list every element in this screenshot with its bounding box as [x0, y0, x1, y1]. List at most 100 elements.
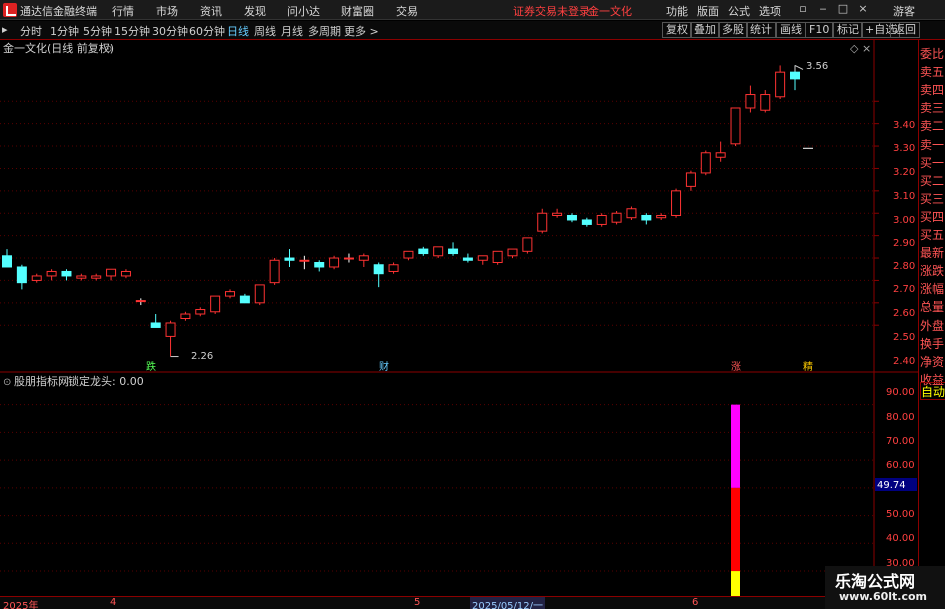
menu-gongneng[interactable]: 功能 — [666, 3, 688, 19]
candle-down[interactable] — [566, 214, 577, 221]
quote-field[interactable]: 买四 — [920, 208, 945, 226]
quote-field[interactable]: 委比 — [920, 45, 945, 63]
candle-up[interactable] — [31, 275, 42, 281]
fenshi-icon[interactable]: ▸ — [2, 23, 8, 36]
candle-up[interactable] — [299, 259, 310, 262]
candle-down[interactable] — [16, 266, 27, 284]
candle-up[interactable] — [106, 268, 117, 277]
quote-field[interactable]: 换手 — [920, 335, 945, 353]
candle-up[interactable] — [358, 255, 369, 261]
quote-field[interactable]: 涨幅 — [920, 280, 945, 298]
login-status[interactable]: 证券交易未登录 — [513, 3, 590, 19]
quote-field[interactable]: 涨跌 — [920, 262, 945, 280]
quote-field[interactable]: 卖二 — [920, 117, 945, 135]
candle-up[interactable] — [180, 313, 191, 319]
candle-up[interactable] — [329, 257, 340, 268]
candle-up[interactable] — [522, 237, 533, 252]
indicator-name[interactable]: 股朋指标网 — [14, 374, 69, 388]
candle-up[interactable] — [254, 284, 265, 304]
candle-up[interactable] — [700, 152, 711, 174]
candle-up[interactable] — [46, 270, 57, 277]
candle-down[interactable] — [150, 322, 161, 328]
period-30min[interactable]: 30分钟 — [152, 23, 188, 39]
marker-zhang[interactable]: 涨 — [731, 361, 741, 373]
candle-up[interactable] — [477, 255, 488, 261]
candle-down[interactable] — [2, 255, 12, 268]
candle-up[interactable] — [195, 309, 206, 315]
period-multi[interactable]: 多周期 — [308, 23, 341, 39]
menu-hangqing[interactable]: 行情 — [112, 3, 134, 19]
back-button[interactable]: 返回 — [890, 22, 920, 38]
candle-up[interactable] — [120, 270, 131, 277]
quote-field[interactable]: 卖三 — [920, 99, 945, 117]
quote-field[interactable]: 买一 — [920, 154, 945, 172]
candle-up[interactable] — [552, 212, 563, 216]
candle-up[interactable] — [225, 291, 236, 297]
candle-up[interactable] — [626, 208, 637, 219]
quote-field[interactable]: 卖五 — [920, 63, 945, 81]
period-daily[interactable]: 日线 — [227, 23, 249, 39]
candle-up[interactable] — [537, 212, 548, 232]
f10-button[interactable]: F10 — [805, 22, 834, 38]
menu-shichang[interactable]: 市场 — [156, 3, 178, 19]
mark-button[interactable]: 标记 — [833, 22, 863, 38]
multi-stock-button[interactable]: 多股 — [718, 22, 748, 38]
quote-field[interactable]: 买二 — [920, 172, 945, 190]
auto-button[interactable]: 自动 — [920, 382, 945, 400]
period-1min[interactable]: 1分钟 — [50, 23, 79, 39]
menu-zixun[interactable]: 资讯 — [200, 3, 222, 19]
candle-up[interactable] — [210, 295, 221, 313]
candle-up[interactable] — [745, 94, 756, 109]
candle-up[interactable] — [269, 259, 280, 284]
candle-down[interactable] — [61, 270, 72, 277]
candle-up[interactable] — [656, 214, 667, 219]
quote-field[interactable]: 净资 — [920, 353, 945, 371]
period-5min[interactable]: 5分钟 — [83, 23, 112, 39]
menu-banmian[interactable]: 版面 — [697, 3, 719, 19]
quote-field[interactable]: 卖四 — [920, 81, 945, 99]
quote-field[interactable]: 最新 — [920, 244, 945, 262]
candle-up[interactable] — [135, 300, 146, 303]
candle-up[interactable] — [671, 190, 682, 216]
candle-up[interactable] — [596, 214, 607, 225]
fuquan-button[interactable]: 复权 — [662, 22, 692, 38]
menu-jiaoyi[interactable]: 交易 — [396, 3, 418, 19]
user-guest[interactable]: 游客 — [893, 3, 915, 19]
statistics-button[interactable]: 统计 — [746, 22, 776, 38]
quote-field[interactable]: 买三 — [920, 190, 945, 208]
candle-down[interactable] — [373, 264, 384, 275]
period-more[interactable]: 更多 > — [344, 23, 379, 39]
menu-gongshi[interactable]: 公式 — [728, 3, 750, 19]
draw-line-button[interactable]: 画线 — [776, 22, 806, 38]
marker-die[interactable]: 跌 — [146, 360, 156, 373]
period-monthly[interactable]: 月线 — [281, 23, 303, 39]
candle-down[interactable] — [284, 257, 295, 261]
candle-down[interactable] — [314, 262, 325, 268]
diamond-icon[interactable]: ◇ — [850, 42, 859, 55]
candle-down[interactable] — [418, 248, 429, 255]
kline-chart[interactable]: 金一文化(日线 前复权) ⊙ ◇ × 3.40 3.30 3.20 3.10 3… — [0, 40, 918, 596]
candle-up[interactable] — [685, 172, 696, 187]
indicator-options-icon[interactable]: ⊙ — [3, 377, 11, 388]
candle-up[interactable] — [775, 71, 786, 98]
candle-up[interactable] — [165, 322, 176, 337]
candle-up[interactable] — [507, 248, 518, 257]
candle-up[interactable] — [715, 152, 726, 158]
candle-down[interactable] — [448, 248, 459, 255]
candle-down[interactable] — [239, 295, 250, 304]
candle-up[interactable] — [492, 250, 503, 264]
maximize-icon[interactable]: □ — [836, 2, 850, 16]
close-icon[interactable]: × — [856, 2, 870, 16]
period-weekly[interactable]: 周线 — [254, 23, 276, 39]
candle-down[interactable] — [581, 219, 592, 225]
menu-caifuquan[interactable]: 财富圈 — [341, 3, 374, 19]
quote-field[interactable]: 外盘 — [920, 317, 945, 335]
candle-up[interactable] — [760, 94, 771, 111]
period-fenshi[interactable]: 分时 — [20, 23, 42, 39]
menu-wenxiaoda[interactable]: 问小达 — [287, 3, 320, 19]
quote-field[interactable]: 卖一 — [920, 136, 945, 154]
candle-up[interactable] — [611, 212, 622, 223]
quote-field[interactable]: 总量 — [920, 298, 945, 316]
period-15min[interactable]: 15分钟 — [114, 23, 150, 39]
marker-jing[interactable]: 精 — [803, 360, 813, 373]
